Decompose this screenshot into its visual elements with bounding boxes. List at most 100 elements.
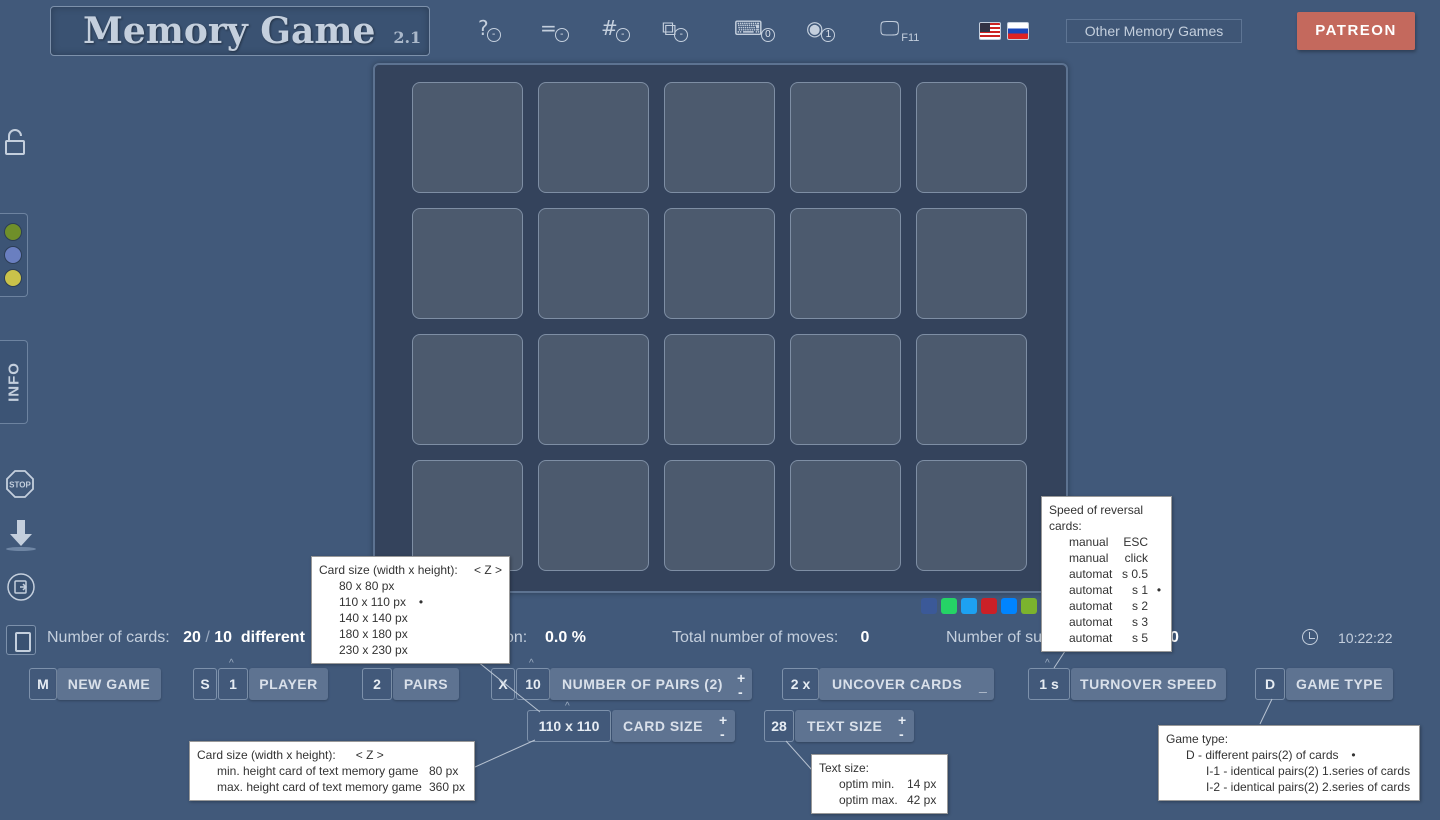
color-blue-swatch[interactable]: [4, 246, 22, 264]
card-size-button[interactable]: CARD SIZE: [612, 710, 735, 742]
memory-card[interactable]: [664, 82, 775, 193]
speed-option[interactable]: automat 0.5 s: [1049, 566, 1164, 582]
hash-button[interactable]: # -: [601, 16, 630, 46]
flag-us-icon[interactable]: [979, 22, 1001, 40]
speed-option[interactable]: automat 3 s: [1049, 614, 1164, 630]
twitter-icon[interactable]: [961, 598, 977, 614]
num-pairs-value[interactable]: 10: [516, 668, 550, 700]
memory-card[interactable]: [664, 460, 775, 571]
memory-card[interactable]: [916, 208, 1027, 319]
game-type-key[interactable]: D: [1255, 668, 1285, 700]
time-display: 10:22:22: [1338, 630, 1393, 646]
flag-sk-icon[interactable]: [1007, 22, 1029, 40]
memory-card[interactable]: [412, 334, 523, 445]
card-size-menu-shortcut: < Z >: [473, 563, 502, 577]
number-of-pairs-button[interactable]: NUMBER OF PAIRS (2): [550, 668, 752, 700]
memory-card[interactable]: [412, 82, 523, 193]
card-size-value[interactable]: 110 x 110: [527, 710, 611, 742]
puzzle-button[interactable]: ⧉ -: [662, 16, 689, 46]
patreon-button[interactable]: PATREON: [1297, 12, 1415, 50]
memory-card[interactable]: [412, 460, 523, 571]
uncover-minus[interactable]: _: [979, 679, 987, 693]
help-button[interactable]: ? -: [478, 16, 501, 46]
speed-option[interactable]: manual click: [1049, 550, 1164, 566]
turnover-value[interactable]: 1 s: [1028, 668, 1070, 700]
speed-option[interactable]: automat 5 s: [1049, 630, 1164, 646]
pinterest-icon[interactable]: [981, 598, 997, 614]
text-size-value[interactable]: 28: [764, 710, 794, 742]
card-size-option[interactable]: 230 x 230 px: [319, 642, 502, 658]
card-size-option[interactable]: 80 x 80 px: [319, 578, 502, 594]
game-type-i2-option[interactable]: I-2 - identical pairs(2) 2.series of car…: [1166, 779, 1412, 795]
memory-card[interactable]: [538, 460, 649, 571]
speed-option[interactable]: automat 2 s: [1049, 598, 1164, 614]
equals-button[interactable]: = -: [540, 16, 569, 46]
color-green-swatch[interactable]: [4, 223, 22, 241]
text-size-info-tooltip: Text size: optim min. 14 px optim max. 4…: [811, 754, 948, 814]
unlock-icon[interactable]: [4, 128, 26, 156]
player-value[interactable]: 1: [218, 668, 248, 700]
memory-card[interactable]: [790, 82, 901, 193]
memory-card[interactable]: [664, 334, 775, 445]
memory-card[interactable]: [664, 208, 775, 319]
speed-option[interactable]: automat 1 s •: [1049, 582, 1164, 598]
num-pairs-minus[interactable]: -: [738, 685, 743, 699]
memory-card[interactable]: [916, 82, 1027, 193]
pairs-button[interactable]: PAIRS: [393, 668, 459, 700]
card-size-option[interactable]: 180 x 180 px: [319, 626, 502, 642]
uncover-cards-button[interactable]: UNCOVER CARDS: [819, 668, 994, 700]
game-type-i1-option[interactable]: I-1 - identical pairs(2) 1.series of car…: [1166, 763, 1412, 779]
wechat-icon[interactable]: [1021, 598, 1037, 614]
text-size-button[interactable]: TEXT SIZE: [795, 710, 914, 742]
speed-option-mode: automat: [1069, 599, 1113, 613]
color-yellow-swatch[interactable]: [4, 269, 22, 287]
keyboard-button[interactable]: ⌨ 0: [734, 16, 775, 46]
memory-card[interactable]: [916, 460, 1027, 571]
num-pairs-plus[interactable]: +: [737, 671, 745, 685]
card-size-minus[interactable]: -: [720, 727, 725, 741]
memory-card[interactable]: [538, 334, 649, 445]
game-type-button[interactable]: GAME TYPE: [1286, 668, 1393, 700]
fullscreen-button[interactable]: 🖵 F11: [880, 16, 919, 46]
info-tab[interactable]: INFO: [0, 340, 28, 424]
text-size-minus[interactable]: -: [899, 727, 904, 741]
speed-option-value: 3 s: [1131, 615, 1148, 629]
success-value: 0.0 %: [545, 629, 586, 646]
game-type-d-option[interactable]: D - different pairs(2) of cards: [1186, 747, 1339, 763]
other-memory-games-link[interactable]: Other Memory Games: [1066, 19, 1242, 43]
text-size-plus[interactable]: +: [898, 713, 906, 727]
keyboard-icon: ⌨: [734, 16, 763, 40]
new-game-key[interactable]: M: [29, 668, 57, 700]
rotate-icon[interactable]: [6, 572, 36, 602]
whatsapp-icon[interactable]: [941, 598, 957, 614]
selected-marker: •: [418, 595, 424, 609]
pairs-value[interactable]: 2: [362, 668, 392, 700]
memory-card[interactable]: [538, 82, 649, 193]
memory-card[interactable]: [538, 208, 649, 319]
speed-option-value: 1 s: [1131, 583, 1148, 597]
turnover-speed-button[interactable]: TURNOVER SPEED: [1071, 668, 1226, 700]
messenger-icon[interactable]: [1001, 598, 1017, 614]
speed-option[interactable]: manual ESC: [1049, 534, 1164, 550]
hash-badge: -: [615, 28, 630, 42]
memory-card[interactable]: [412, 208, 523, 319]
card-size-option[interactable]: 110 x 110 px •: [319, 594, 502, 610]
uncover-value[interactable]: 2 x: [782, 668, 819, 700]
new-game-button[interactable]: NEW GAME: [57, 668, 161, 700]
hide-button[interactable]: ◉ 1: [806, 16, 836, 46]
hide-badge: 1: [821, 28, 836, 42]
memory-card[interactable]: [790, 334, 901, 445]
memory-card[interactable]: [790, 208, 901, 319]
num-pairs-key[interactable]: X: [491, 668, 515, 700]
card-size-plus[interactable]: +: [719, 713, 727, 727]
player-button[interactable]: PLAYER: [249, 668, 328, 700]
panel-toggle-icon[interactable]: [6, 625, 36, 655]
download-arrow-icon[interactable]: [4, 518, 38, 552]
facebook-icon[interactable]: [921, 598, 937, 614]
player-key[interactable]: S: [193, 668, 217, 700]
stop-icon[interactable]: STOP: [6, 470, 34, 498]
memory-card[interactable]: [790, 460, 901, 571]
memory-card[interactable]: [916, 334, 1027, 445]
card-size-option[interactable]: 140 x 140 px: [319, 610, 502, 626]
card-size-info-shortcut: < Z >: [355, 748, 384, 762]
